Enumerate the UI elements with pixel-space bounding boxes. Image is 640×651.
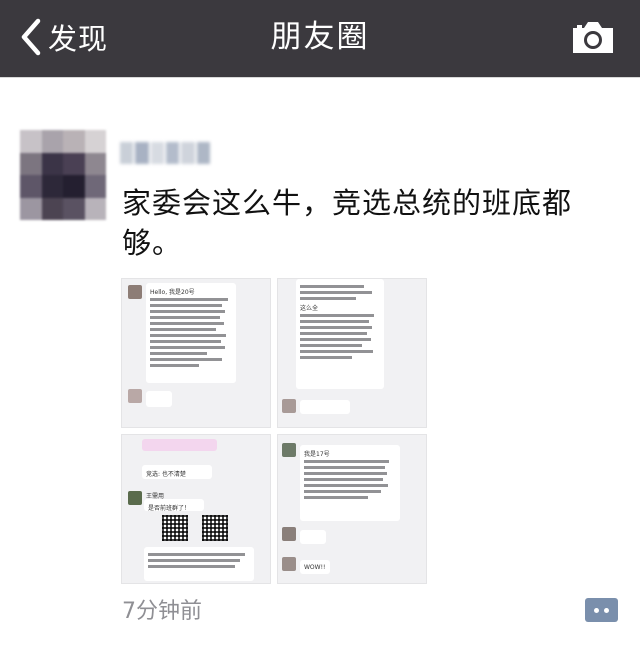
chat-text: Hello, 我是20号 [150,289,195,296]
chat-avatar [282,399,296,413]
chat-avatar [282,527,296,541]
qr-code-thumbnail [202,515,228,541]
post-image-4[interactable]: 我是17号 WOW!! [277,434,427,584]
comment-button[interactable] [585,598,618,622]
chat-text: WOW!! [304,564,326,571]
chat-avatar [282,443,296,457]
post-text: 家委会这么牛，竞选总统的班底都够。 [122,186,573,260]
chat-bubble [300,530,326,544]
post-image-2[interactable]: 这么全 [277,278,427,428]
comment-icon-dot [604,608,609,613]
chat-avatar [128,389,142,403]
post-image-3[interactable]: 竞选: 也不清楚 王需用 是否前班群了！ [121,434,271,584]
top-navigation-bar: 发现 朋友圈 [0,0,640,77]
comment-icon [594,608,599,613]
chat-bubble [142,439,217,451]
chat-text: 我是17号 [304,451,330,458]
chat-bubble [300,400,350,414]
chat-text: 是否前班群了！ [148,505,191,512]
author-name-blurred[interactable] [120,142,210,164]
chat-bubble: Hello, 我是20号 [146,283,236,383]
chat-bubble: WOW!! [300,560,330,574]
qr-code-thumbnail [162,515,188,541]
chat-avatar [128,285,142,299]
page-title: 朋友圈 [270,19,370,55]
chat-text: 竞选: 也不清楚 [146,471,186,478]
chat-avatar [282,557,296,571]
post-image-1[interactable]: Hello, 我是20号 [121,278,271,428]
chat-bubble: 这么全 [296,279,384,389]
header-divider [0,77,640,78]
chat-text: 这么全 [300,305,319,312]
chat-bubble [144,547,254,581]
chat-bubble: 我是17号 [300,445,400,521]
avatar[interactable] [20,130,106,220]
post-image-grid: Hello, 我是20号 这么全 竞选: 也不清楚 王需用 是否前班群了！ 我是… [121,278,427,584]
chat-avatar [128,491,142,505]
chat-bubble: 是否前班群了！ [144,499,204,512]
chat-bubble: 竞选: 也不清楚 [142,465,212,479]
chat-bubble [146,391,172,407]
camera-icon[interactable] [570,18,616,56]
post-timestamp: 7分钟前 [122,599,202,624]
